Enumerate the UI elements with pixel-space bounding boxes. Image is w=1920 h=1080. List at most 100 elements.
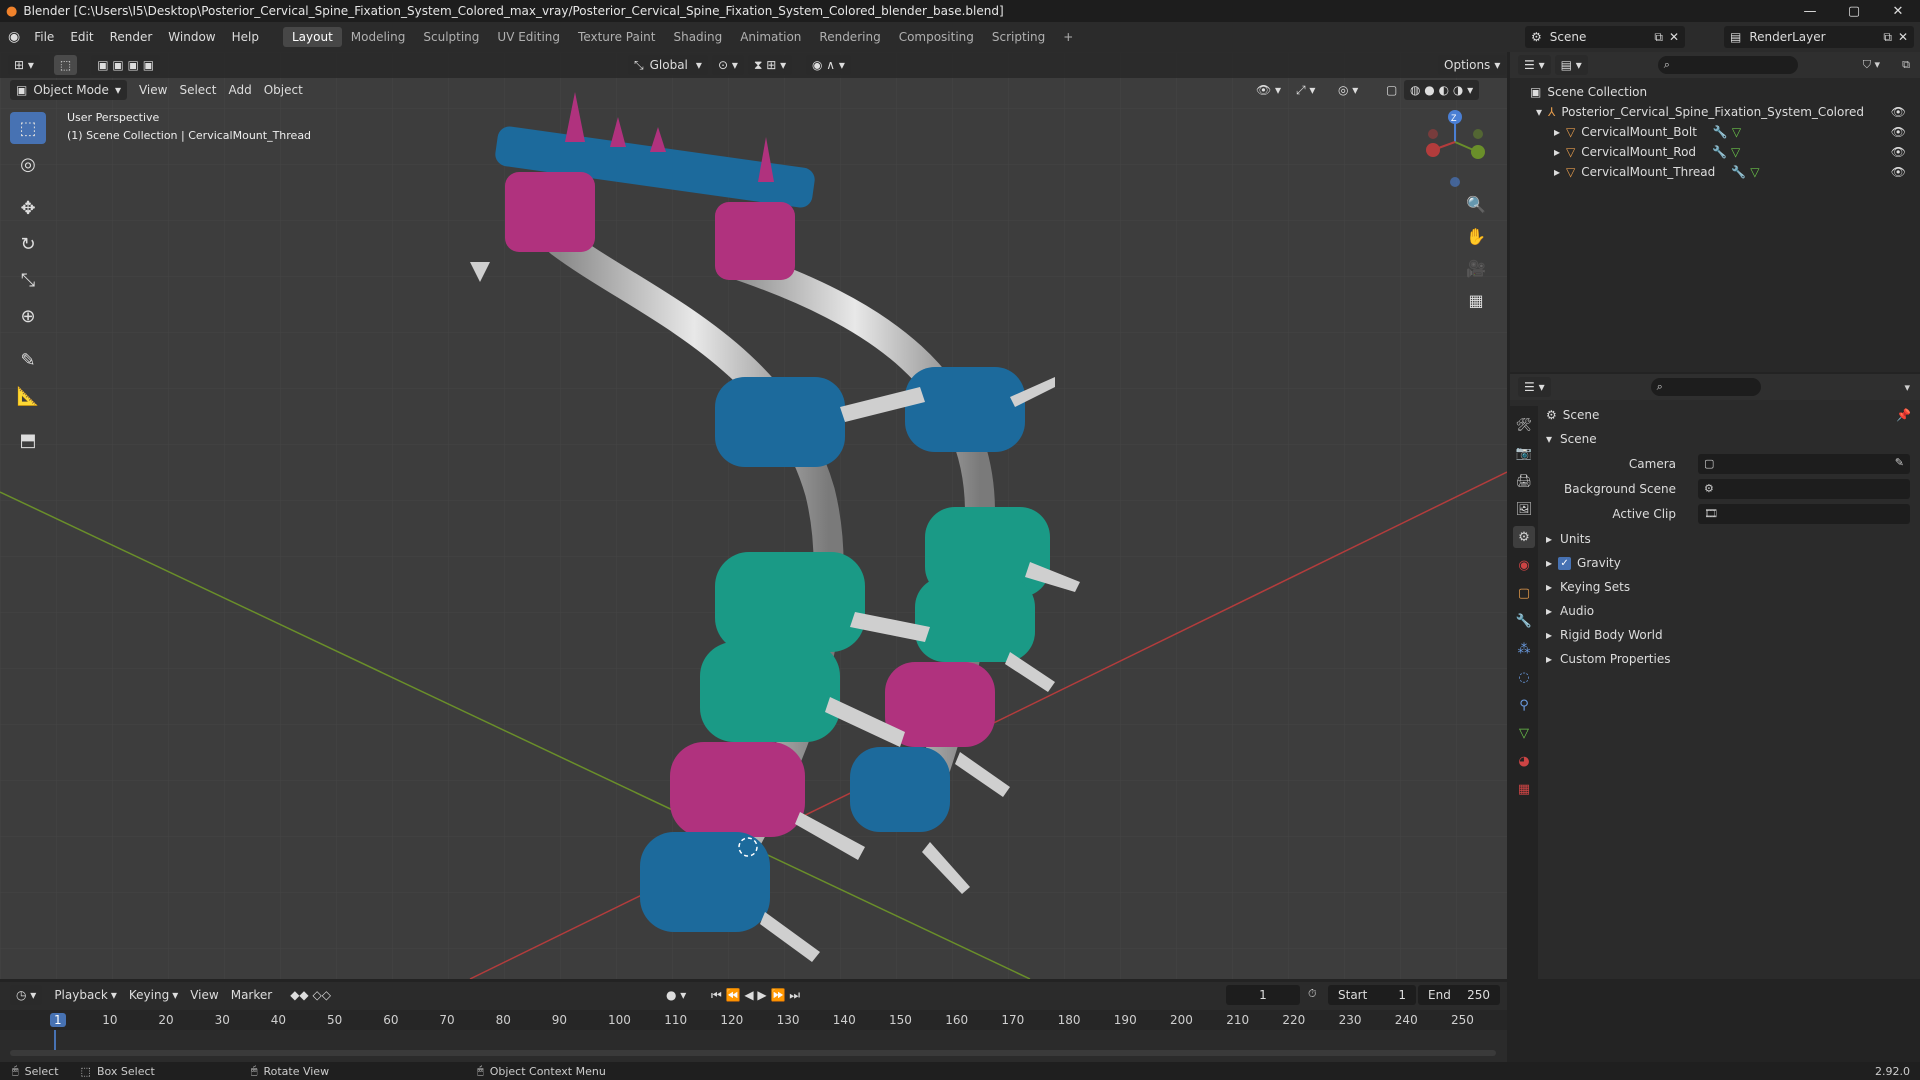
tab-uv-editing[interactable]: UV Editing: [488, 27, 569, 47]
expand-arrow-icon[interactable]: ▾: [1536, 105, 1542, 119]
expand-arrow-icon[interactable]: ▸: [1554, 165, 1560, 179]
render-tab-icon[interactable]: 📷: [1513, 442, 1535, 464]
physics-tab-icon[interactable]: ◌: [1513, 666, 1535, 688]
scale-tool-icon[interactable]: ⤡: [10, 264, 46, 296]
keying-sets-panel[interactable]: ▸ Keying Sets: [1546, 580, 1630, 594]
snap-icon[interactable]: ⧗ ⊞ ▾: [748, 55, 793, 75]
select-mode-icon[interactable]: ⬚: [53, 55, 78, 75]
xray-icon[interactable]: ▢: [1380, 80, 1403, 100]
outliner-item-thread[interactable]: ▸ ▽ CervicalMount_Thread 🔧 ▽ 👁: [1554, 165, 1916, 179]
view-layer-remove-icon[interactable]: ✕: [1898, 30, 1908, 44]
overlays-icon[interactable]: ◎ ▾: [1332, 80, 1364, 100]
tab-scripting[interactable]: Scripting: [983, 27, 1054, 47]
menu-playback[interactable]: Playback ▾: [48, 985, 123, 1005]
outliner-item-bolt[interactable]: ▸ ▽ CervicalMount_Bolt 🔧 ▽ 👁: [1554, 125, 1916, 139]
close-button[interactable]: ✕: [1876, 0, 1920, 22]
keyframe-buttons-icon[interactable]: ◆◆ ◇◇: [284, 985, 337, 1005]
display-mode-icon[interactable]: ▤ ▾: [1554, 55, 1588, 75]
rotate-tool-icon[interactable]: ↻: [10, 228, 46, 260]
menu-add[interactable]: Add: [222, 80, 257, 100]
pivot-icon[interactable]: ⊙ ▾: [712, 55, 744, 75]
stopwatch-icon[interactable]: ⏱: [1308, 987, 1317, 1001]
outliner-search-input[interactable]: ⌕: [1657, 56, 1798, 74]
menu-select[interactable]: Select: [173, 80, 222, 100]
camera-field[interactable]: ▢ ✎: [1698, 454, 1910, 474]
timeline-ruler[interactable]: 1 10 20 30 40 50 60 70 80 90 100 110 120 130 140 150 160…: [0, 1010, 1507, 1030]
maximize-button[interactable]: ▢: [1832, 0, 1876, 22]
minimize-button[interactable]: —: [1788, 0, 1832, 22]
visibility-eye-icon[interactable]: 👁: [1891, 105, 1906, 119]
constraints-tab-icon[interactable]: ⚲: [1513, 694, 1535, 716]
outliner-item-rod[interactable]: ▸ ▽ CervicalMount_Rod 🔧 ▽ 👁: [1554, 145, 1916, 159]
menu-view[interactable]: View: [133, 80, 173, 100]
tab-modeling[interactable]: Modeling: [342, 27, 415, 47]
playback-controls[interactable]: ⏮ ⏪ ◀ ▶ ⏩ ⏭: [705, 985, 806, 1005]
timeline-scrollbar[interactable]: [10, 1050, 1496, 1056]
new-collection-icon[interactable]: ⧉: [1902, 58, 1910, 72]
gizmo-toggle-icon[interactable]: ⤢ ▾: [1290, 80, 1321, 100]
background-scene-field[interactable]: ⚙: [1698, 479, 1910, 499]
zoom-icon[interactable]: 🔍: [1463, 192, 1489, 216]
outliner-editor-type-icon[interactable]: ☰ ▾: [1518, 55, 1551, 75]
world-tab-icon[interactable]: ◉: [1513, 554, 1535, 576]
material-tab-icon[interactable]: ◕: [1513, 750, 1535, 772]
menu-marker[interactable]: Marker: [225, 985, 278, 1005]
tab-shading[interactable]: Shading: [664, 27, 731, 47]
end-frame-field[interactable]: End 250: [1418, 985, 1500, 1005]
menu-window[interactable]: Window: [160, 30, 223, 44]
filter-icon[interactable]: ⛉ ▾: [1863, 58, 1880, 72]
output-tab-icon[interactable]: 🖨: [1513, 470, 1535, 492]
scene-tab-icon[interactable]: ⚙: [1513, 526, 1535, 548]
pin-icon[interactable]: 📌: [1896, 408, 1911, 422]
proportional-edit-icon[interactable]: ◉ ∧ ▾: [806, 55, 851, 75]
object-tab-icon[interactable]: ▢: [1513, 582, 1535, 604]
move-tool-icon[interactable]: ✥: [10, 192, 46, 224]
menu-object[interactable]: Object: [258, 80, 309, 100]
scene-remove-icon[interactable]: ✕: [1669, 30, 1679, 44]
expand-arrow-icon[interactable]: ▸: [1554, 145, 1560, 159]
current-frame-field[interactable]: 1: [1226, 985, 1300, 1005]
visibility-icon[interactable]: 👁 ▾: [1250, 80, 1287, 100]
visibility-eye-icon[interactable]: 👁: [1891, 165, 1906, 179]
record-button[interactable]: ● ▾: [660, 985, 692, 1005]
tab-sculpting[interactable]: Sculpting: [414, 27, 488, 47]
collection-row[interactable]: ▾ ⅄ Posterior_Cervical_Spine_Fixation_Sy…: [1536, 105, 1916, 119]
units-panel[interactable]: ▸ Units: [1546, 532, 1591, 546]
options-dropdown[interactable]: Options ▾: [1438, 55, 1507, 75]
add-workspace-button[interactable]: +: [1054, 27, 1082, 47]
menu-timeline-view[interactable]: View: [184, 985, 224, 1005]
properties-search-input[interactable]: ⌕: [1650, 378, 1761, 396]
texture-tab-icon[interactable]: ▦: [1513, 778, 1535, 800]
select-box-tool-icon[interactable]: ⬚: [10, 112, 46, 144]
tab-rendering[interactable]: Rendering: [810, 27, 889, 47]
viewport-scene[interactable]: Z: [0, 52, 1507, 979]
camera-view-icon[interactable]: 🎥: [1463, 256, 1489, 280]
tab-animation[interactable]: Animation: [731, 27, 810, 47]
orientation-dropdown[interactable]: ⤡ Global ▾: [628, 55, 708, 75]
ortho-grid-icon[interactable]: ▦: [1463, 288, 1489, 312]
menu-file[interactable]: File: [26, 30, 62, 44]
visibility-eye-icon[interactable]: 👁: [1891, 145, 1906, 159]
menu-edit[interactable]: Edit: [62, 30, 101, 44]
menu-render[interactable]: Render: [102, 30, 161, 44]
tool-tab-icon[interactable]: 🛠: [1513, 414, 1535, 436]
menu-help[interactable]: Help: [224, 30, 267, 44]
custom-properties-panel[interactable]: ▸ Custom Properties: [1546, 652, 1670, 666]
expand-arrow-icon[interactable]: ▸: [1554, 125, 1560, 139]
cursor-tool-icon[interactable]: ◎: [10, 148, 46, 180]
gravity-panel[interactable]: ▸ ✓ Gravity: [1546, 556, 1621, 570]
particles-tab-icon[interactable]: ⁂: [1513, 638, 1535, 660]
tab-layout[interactable]: Layout: [282, 27, 342, 47]
tab-texture-paint[interactable]: Texture Paint: [569, 27, 664, 47]
timeline-editor-type-icon[interactable]: ◷ ▾: [10, 985, 43, 1005]
audio-panel[interactable]: ▸ Audio: [1546, 604, 1594, 618]
shading-modes-icon[interactable]: ◍ ● ◐ ◑ ▾: [1404, 80, 1480, 100]
add-cube-tool-icon[interactable]: ⬒: [10, 424, 46, 456]
scene-selector[interactable]: ⚙ Scene ⧉ ✕: [1525, 26, 1685, 48]
start-frame-field[interactable]: Start 1: [1328, 985, 1416, 1005]
menu-keying[interactable]: Keying ▾: [123, 985, 184, 1005]
3d-viewport[interactable]: Z ⊞ ▾ ⬚ ▣ ▣ ▣ ▣ ⤡ Global ▾ ⊙ ▾ ⧗ ⊞ ▾ ◉ ∧…: [0, 52, 1507, 979]
blender-menu-icon[interactable]: ◉: [8, 29, 20, 45]
pan-hand-icon[interactable]: ✋: [1463, 224, 1489, 248]
scene-new-icon[interactable]: ⧉: [1654, 30, 1663, 45]
